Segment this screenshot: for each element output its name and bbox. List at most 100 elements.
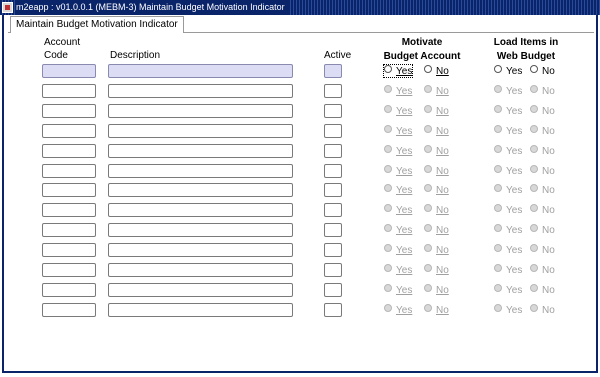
radio-button-icon — [494, 264, 502, 272]
motivate-no-radio[interactable]: No — [424, 105, 449, 117]
description-field[interactable] — [108, 223, 293, 237]
motivate-no-radio[interactable]: No — [424, 284, 449, 296]
web-budget-yes-radio[interactable]: Yes — [494, 145, 522, 157]
description-field[interactable] — [108, 243, 293, 257]
web-budget-yes-radio[interactable]: Yes — [494, 65, 522, 77]
web-budget-yes-radio-label: Yes — [506, 245, 523, 256]
motivate-yes-radio[interactable]: Yes — [382, 64, 414, 78]
account-code-field[interactable] — [42, 283, 96, 297]
web-budget-no-radio[interactable]: No — [530, 264, 555, 276]
active-checkbox[interactable] — [324, 203, 342, 217]
motivate-no-radio[interactable]: No — [424, 165, 449, 177]
description-field[interactable] — [108, 263, 293, 277]
description-field[interactable] — [108, 124, 293, 138]
web-budget-no-radio[interactable]: No — [530, 284, 555, 296]
account-code-field[interactable] — [42, 263, 96, 277]
account-code-field[interactable] — [42, 203, 96, 217]
web-budget-yes-radio-label: Yes — [506, 146, 523, 157]
description-field[interactable] — [108, 164, 293, 178]
web-budget-no-radio[interactable]: No — [530, 145, 555, 157]
motivate-no-radio[interactable]: No — [424, 145, 449, 157]
web-budget-yes-radio[interactable]: Yes — [494, 284, 522, 296]
web-budget-yes-radio[interactable]: Yes — [494, 184, 522, 196]
active-checkbox[interactable] — [324, 124, 342, 138]
account-code-field[interactable] — [42, 303, 96, 317]
web-budget-yes-radio[interactable]: Yes — [494, 244, 522, 256]
motivate-yes-radio[interactable]: Yes — [384, 204, 412, 216]
motivate-yes-radio[interactable]: Yes — [384, 244, 412, 256]
web-budget-yes-radio[interactable]: Yes — [494, 204, 522, 216]
tab-maintain-budget-motivation-indicator[interactable]: Maintain Budget Motivation Indicator — [10, 16, 184, 33]
active-checkbox[interactable] — [324, 84, 342, 98]
account-code-field[interactable] — [42, 183, 96, 197]
account-code-field[interactable] — [42, 84, 96, 98]
web-budget-no-radio[interactable]: No — [530, 224, 555, 236]
description-field[interactable] — [108, 144, 293, 158]
active-checkbox[interactable] — [324, 144, 342, 158]
description-field[interactable] — [108, 64, 293, 78]
motivate-no-radio[interactable]: No — [424, 204, 449, 216]
web-budget-yes-radio[interactable]: Yes — [494, 165, 522, 177]
motivate-no-radio[interactable]: No — [424, 244, 449, 256]
web-budget-yes-radio[interactable]: Yes — [494, 304, 522, 316]
motivate-no-radio[interactable]: No — [424, 125, 449, 137]
motivate-yes-radio[interactable]: Yes — [384, 184, 412, 196]
motivate-yes-radio[interactable]: Yes — [384, 224, 412, 236]
active-checkbox[interactable] — [324, 283, 342, 297]
web-budget-yes-radio[interactable]: Yes — [494, 85, 522, 97]
web-budget-no-radio[interactable]: No — [530, 85, 555, 97]
web-budget-no-radio-label: No — [542, 146, 555, 157]
motivate-no-radio[interactable]: No — [424, 264, 449, 276]
app-icon[interactable] — [2, 2, 13, 13]
description-field[interactable] — [108, 303, 293, 317]
web-budget-no-radio[interactable]: No — [530, 125, 555, 137]
motivate-yes-radio[interactable]: Yes — [384, 304, 412, 316]
active-checkbox[interactable] — [324, 104, 342, 118]
web-budget-no-radio[interactable]: No — [530, 244, 555, 256]
description-field[interactable] — [108, 203, 293, 217]
motivate-no-radio[interactable]: No — [424, 184, 449, 196]
motivate-no-radio-label: No — [436, 166, 449, 177]
web-budget-no-radio[interactable]: No — [530, 184, 555, 196]
motivate-no-radio[interactable]: No — [424, 85, 449, 97]
motivate-no-radio[interactable]: No — [424, 304, 449, 316]
web-budget-no-radio[interactable]: No — [530, 304, 555, 316]
account-code-field[interactable] — [42, 243, 96, 257]
web-budget-no-radio[interactable]: No — [530, 65, 555, 77]
motivate-yes-radio[interactable]: Yes — [384, 165, 412, 177]
description-field[interactable] — [108, 183, 293, 197]
description-field[interactable] — [108, 283, 293, 297]
motivate-yes-radio[interactable]: Yes — [384, 284, 412, 296]
web-budget-yes-radio[interactable]: Yes — [494, 264, 522, 276]
motivate-yes-radio[interactable]: Yes — [384, 125, 412, 137]
account-code-field[interactable] — [42, 104, 96, 118]
account-code-field[interactable] — [42, 124, 96, 138]
description-field[interactable] — [108, 84, 293, 98]
active-checkbox[interactable] — [324, 303, 342, 317]
web-budget-yes-radio[interactable]: Yes — [494, 125, 522, 137]
motivate-no-radio[interactable]: No — [424, 65, 449, 77]
account-code-field[interactable] — [42, 64, 96, 78]
motivate-no-radio[interactable]: No — [424, 224, 449, 236]
window-titlebar[interactable]: m2eapp : v01.0.0.1 (MEBM-3) Maintain Bud… — [0, 0, 600, 15]
active-checkbox[interactable] — [324, 263, 342, 277]
active-checkbox[interactable] — [324, 64, 342, 78]
description-field[interactable] — [108, 104, 293, 118]
account-code-field[interactable] — [42, 223, 96, 237]
motivate-yes-radio[interactable]: Yes — [384, 105, 412, 117]
motivate-yes-radio[interactable]: Yes — [384, 264, 412, 276]
account-code-field[interactable] — [42, 164, 96, 178]
active-checkbox[interactable] — [324, 183, 342, 197]
web-budget-no-radio[interactable]: No — [530, 165, 555, 177]
web-budget-yes-radio[interactable]: Yes — [494, 224, 522, 236]
web-budget-no-radio[interactable]: No — [530, 105, 555, 117]
account-code-field[interactable] — [42, 144, 96, 158]
web-budget-yes-radio[interactable]: Yes — [494, 105, 522, 117]
motivate-yes-radio[interactable]: Yes — [384, 85, 412, 97]
active-checkbox[interactable] — [324, 223, 342, 237]
motivate-yes-radio[interactable]: Yes — [384, 145, 412, 157]
active-checkbox[interactable] — [324, 164, 342, 178]
active-checkbox[interactable] — [324, 243, 342, 257]
web-budget-no-radio[interactable]: No — [530, 204, 555, 216]
table-row: Yes No Yes No — [0, 222, 600, 238]
